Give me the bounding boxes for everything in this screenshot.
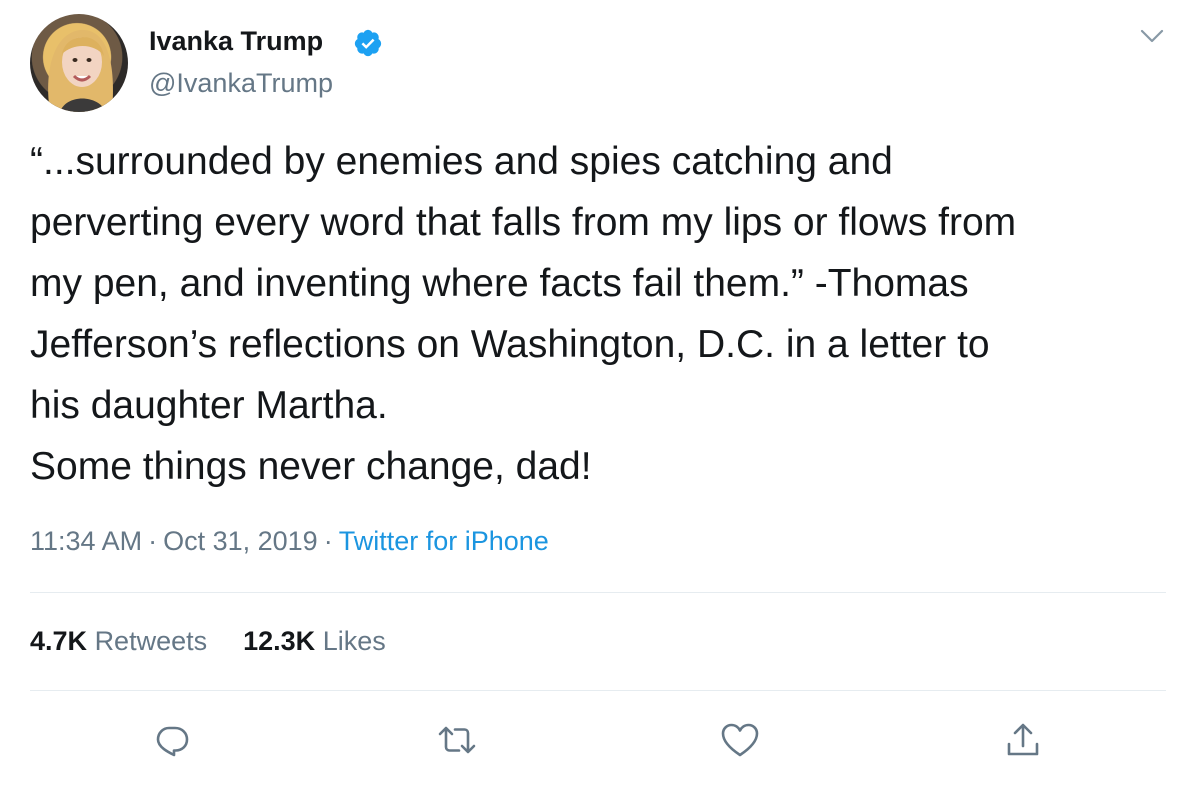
share-button[interactable] xyxy=(1003,720,1043,760)
heart-icon xyxy=(721,723,759,757)
chevron-down-icon[interactable] xyxy=(1138,26,1166,46)
retweets-stat[interactable]: 4.7K Retweets xyxy=(30,624,207,658)
tweet-meta: 11:34 AM · Oct 31, 2019 · Twitter for iPhone xyxy=(30,524,549,558)
tweet-text-line: perverting every word that falls from my… xyxy=(30,201,1017,244)
tweet-text-line: Jefferson’s reflections on Washington, D… xyxy=(30,323,990,366)
reply-icon xyxy=(156,726,189,757)
tweet-source-link[interactable]: Twitter for iPhone xyxy=(339,526,549,556)
divider xyxy=(30,690,1166,691)
tweet-text-line: “...surrounded by enemies and spies catc… xyxy=(30,140,893,183)
meta-separator: · xyxy=(323,526,333,556)
verified-badge-icon xyxy=(354,29,382,57)
tweet-text-line: my pen, and inventing where facts fail t… xyxy=(30,262,969,305)
retweets-label: Retweets xyxy=(94,626,208,656)
likes-stat[interactable]: 12.3K Likes xyxy=(243,624,386,658)
like-button[interactable] xyxy=(720,720,760,760)
likes-label: Likes xyxy=(322,626,386,656)
user-handle[interactable]: @IvankaTrump xyxy=(149,66,333,100)
tweet-time[interactable]: 11:34 AM xyxy=(30,526,142,556)
reply-button[interactable] xyxy=(152,720,192,760)
retweet-button[interactable] xyxy=(437,720,477,760)
tweet-date[interactable]: Oct 31, 2019 xyxy=(163,526,318,556)
tweet-text-line: Some things never change, dad! xyxy=(30,445,592,488)
retweets-count: 4.7K xyxy=(30,626,88,656)
tweet-text-line: his daughter Martha. xyxy=(30,384,388,427)
meta-separator: · xyxy=(148,526,158,556)
avatar[interactable] xyxy=(30,14,128,112)
tweet-text: “...surrounded by enemies and spies catc… xyxy=(30,131,1170,497)
display-name[interactable]: Ivanka Trump xyxy=(149,24,323,58)
tweet-stats: 4.7K Retweets 12.3K Likes xyxy=(30,624,422,658)
share-icon xyxy=(1007,723,1039,756)
likes-count: 12.3K xyxy=(243,626,316,656)
avatar-photo xyxy=(48,29,113,112)
divider xyxy=(30,592,1166,593)
retweet-icon xyxy=(438,726,476,754)
